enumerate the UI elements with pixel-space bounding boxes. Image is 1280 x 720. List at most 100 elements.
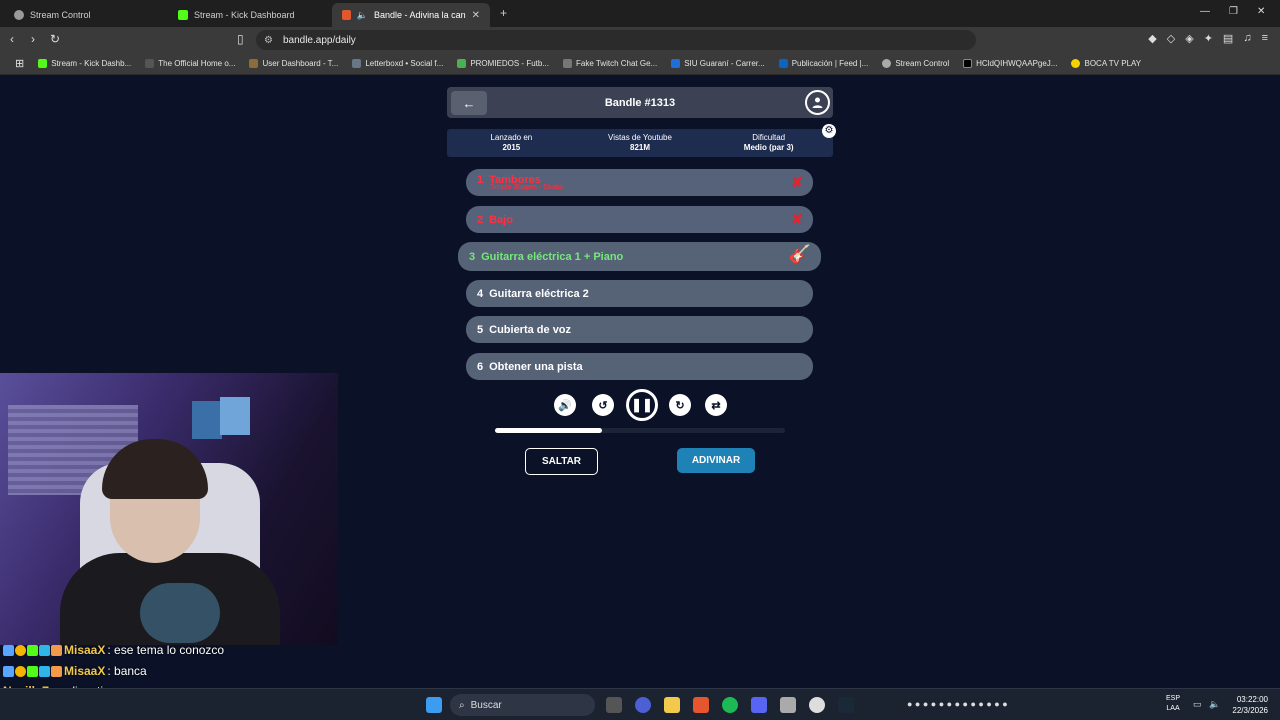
extension-icons: ◆ ◇ ◈ ✦ ▤ ♫ ≡ (1148, 32, 1268, 45)
site-icon (1071, 59, 1081, 68)
bookmark-icon[interactable]: ▯ (237, 32, 244, 46)
bookmark-item[interactable]: Letterboxd • Social f... (345, 59, 450, 68)
url-field[interactable]: ⚙ bandle.app/daily (256, 30, 976, 50)
badge-icon (27, 644, 38, 656)
guitar-icon: 🎸 (788, 244, 811, 264)
playback-progress[interactable] (495, 428, 785, 433)
brave-icon[interactable] (693, 697, 709, 713)
bookmark-item[interactable]: Publicación | Feed |... (772, 59, 876, 68)
network-icon[interactable]: ▭ (1193, 699, 1202, 710)
restore-button[interactable]: ❐ (1229, 6, 1238, 17)
bookmark-item[interactable]: The Official Home o... (138, 59, 242, 68)
x-icon (963, 59, 973, 68)
menu-icon[interactable]: ≡ (1262, 32, 1268, 45)
info-views: Vistas de Youtube 821M (608, 133, 672, 152)
track-row-4[interactable]: 4 Guitarra eléctrica 2 (466, 280, 813, 307)
chat-badges (3, 644, 62, 656)
repeat-off-button[interactable]: ⇄ (705, 394, 727, 416)
bookmark-item[interactable]: Stream Control (875, 59, 956, 68)
clock[interactable]: 03:22:00 22/3/2026 (1232, 694, 1268, 716)
close-window-button[interactable]: ✕ (1257, 6, 1265, 17)
track-row-3[interactable]: 3 Guitarra eléctrica 1 + Piano 🎸 (458, 242, 821, 271)
wrong-x-icon: ✘ (791, 174, 803, 190)
bookmark-item[interactable]: HCldQIHWQAAPgeJ... (956, 59, 1064, 68)
bandle-icon (342, 10, 351, 20)
sidebar-icon[interactable]: ▤ (1223, 32, 1233, 45)
forward-5-button[interactable]: ↻ (669, 394, 691, 416)
taskbar-search[interactable]: ⌕ Buscar (450, 694, 595, 716)
track-row-5[interactable]: 5 Cubierta de voz (466, 316, 813, 343)
puzzle-icon[interactable]: ✦ (1204, 32, 1213, 45)
reload-icon[interactable]: ↻ (50, 32, 60, 46)
site-icon (563, 59, 572, 68)
back-icon[interactable]: ‹ (10, 32, 14, 46)
steam-icon[interactable] (838, 697, 854, 713)
site-info-icon[interactable]: ⚙ (264, 35, 273, 46)
badge-icon (39, 644, 50, 656)
repeat-off-icon: ⇄ (711, 399, 721, 412)
bookmark-item[interactable]: BOCA TV PLAY (1064, 59, 1148, 68)
tab-bandle[interactable]: 🔈 Bandle - Adivina la canción, u ✕ (332, 3, 490, 27)
windows-taskbar: ⌕ Buscar ● ● ● ● ● ● ● ● ● ● ● ● ● ESP L… (0, 688, 1280, 720)
extension-icon[interactable]: ◈ (1185, 32, 1193, 45)
linkedin-icon (778, 59, 788, 68)
minimize-button[interactable]: — (1200, 6, 1210, 17)
discord-icon[interactable] (751, 697, 767, 713)
rewind-5-icon: ↺ (598, 399, 608, 412)
bookmark-item[interactable]: Stream - Kick Dashb... (31, 59, 138, 68)
badge-icon (3, 665, 14, 677)
track-row-6[interactable]: 6 Obtener una pista (466, 353, 813, 380)
site-icon (352, 59, 362, 68)
guess-button[interactable]: ADIVINAR (677, 448, 755, 473)
new-tab-button[interactable]: + (500, 6, 507, 20)
bookmark-item[interactable]: PROMIEDOS - Futb... (450, 59, 556, 68)
app-icon[interactable] (780, 697, 796, 713)
bookmark-item[interactable]: Fake Twitch Chat Ge... (556, 59, 664, 68)
badge-icon (51, 665, 62, 677)
music-icon[interactable]: ♫ (1243, 32, 1251, 45)
spotify-icon[interactable] (722, 697, 738, 713)
badge-icon (3, 644, 14, 656)
arrow-left-icon: ← (462, 95, 476, 111)
tab-kick-dashboard[interactable]: Stream - Kick Dashboard (168, 3, 330, 27)
task-view-icon[interactable] (606, 697, 622, 713)
badge-icon (27, 665, 38, 677)
bookmark-item[interactable]: SIU Guaraní - Carrer... (664, 59, 771, 68)
info-release: Lanzado en 2015 (490, 133, 533, 152)
app-icon[interactable] (635, 697, 651, 713)
bookmark-item[interactable]: User Dashboard - T... (242, 59, 345, 68)
info-difficulty: Dificultad Medio (par 3) (743, 133, 794, 152)
pause-button[interactable]: ❚❚ (626, 389, 658, 421)
site-icon (671, 59, 681, 68)
language-indicator[interactable]: ESP LAA (1166, 694, 1180, 714)
pause-icon: ❚❚ (631, 397, 653, 412)
extension-icon[interactable]: ◇ (1167, 32, 1175, 45)
site-icon (457, 59, 467, 68)
profile-button[interactable] (805, 90, 830, 115)
extension-icon[interactable]: ◆ (1148, 32, 1156, 45)
tab-stream-control[interactable]: Stream Control (4, 3, 166, 27)
badge-icon (39, 665, 50, 677)
webcam-poster (192, 401, 222, 439)
windows-start-icon[interactable] (426, 697, 442, 713)
site-icon (249, 59, 259, 68)
chat-message: MisaaX: ese tema lo conozco (3, 643, 224, 657)
volume-icon[interactable]: 🔈 (1209, 699, 1220, 710)
close-tab-icon[interactable]: ✕ (472, 10, 480, 21)
back-button[interactable]: ← (451, 91, 487, 115)
forward-5-icon: ↻ (675, 399, 685, 412)
user-icon (812, 97, 823, 108)
site-icon (145, 59, 155, 68)
skip-button[interactable]: SALTAR (525, 448, 598, 475)
badge-icon (15, 644, 26, 656)
tray-icons[interactable]: ● ● ● ● ● ● ● ● ● ● ● ● ● (907, 699, 1008, 709)
settings-gear-icon[interactable]: ⚙ (822, 124, 836, 138)
wrong-x-icon: ✘ (791, 211, 803, 227)
apps-icon[interactable]: ⊞ (8, 57, 31, 70)
rewind-5-button[interactable]: ↺ (592, 394, 614, 416)
badge-icon (51, 644, 62, 656)
forward-icon[interactable]: › (31, 32, 35, 46)
obs-icon[interactable] (809, 697, 825, 713)
volume-button[interactable]: 🔊 (554, 394, 576, 416)
file-explorer-icon[interactable] (664, 697, 680, 713)
